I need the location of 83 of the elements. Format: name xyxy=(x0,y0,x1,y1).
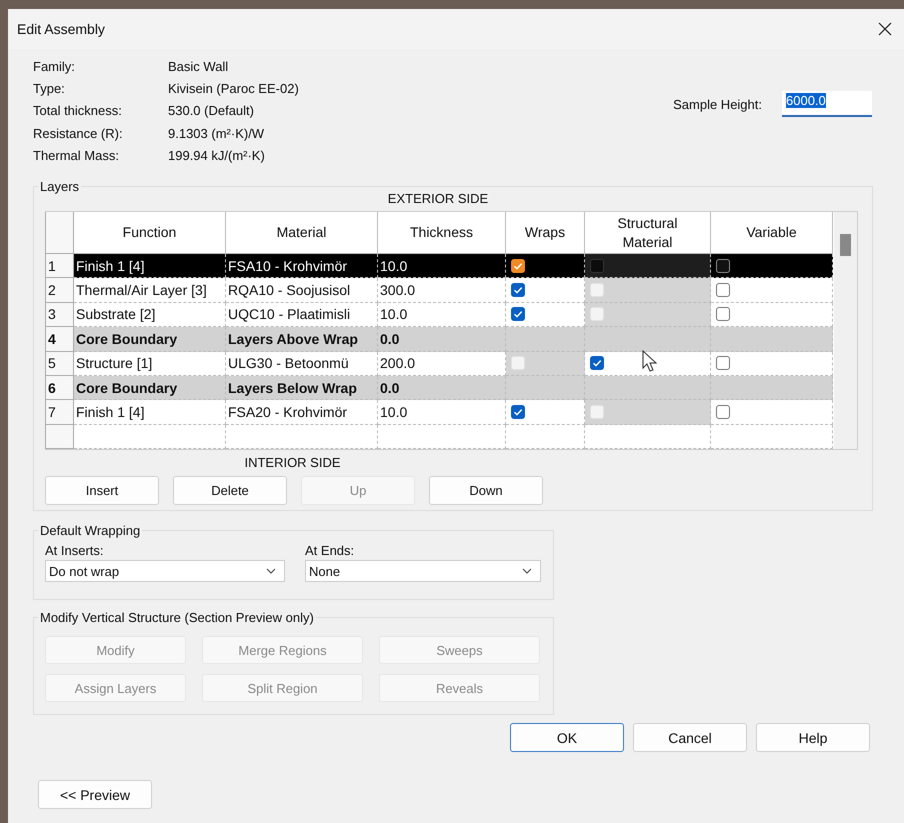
row-number: 6 xyxy=(45,376,74,400)
row-number: 1 xyxy=(45,254,74,278)
dialog-button[interactable]: OK xyxy=(510,723,624,752)
field-label: At Inserts: xyxy=(45,543,105,558)
window-title: Edit Assembly xyxy=(17,21,105,37)
table-cell[interactable]: Thermal/Air Layer [3] xyxy=(74,278,226,303)
table-cell[interactable] xyxy=(74,424,226,449)
group-title: Default Wrapping xyxy=(38,523,142,538)
interior-side-caption: INTERIOR SIDE xyxy=(244,455,341,470)
table-cell[interactable]: 300.0 xyxy=(378,278,506,303)
table-cell[interactable]: Finish 1 [4] xyxy=(74,400,226,425)
table-cell[interactable]: Core Boundary xyxy=(74,327,226,352)
table-cell[interactable]: FSA20 - Krohvimör xyxy=(226,400,378,425)
checkmark-icon xyxy=(512,284,524,296)
table-cell[interactable]: RQA10 - Soojusisol xyxy=(226,278,378,303)
row-number: 4 xyxy=(45,327,74,352)
checkbox[interactable] xyxy=(716,356,730,370)
table-cell[interactable] xyxy=(378,424,506,449)
table-cell[interactable]: 0.0 xyxy=(378,327,506,352)
dialog-button[interactable]: Cancel xyxy=(633,723,747,752)
checkbox[interactable] xyxy=(716,405,730,420)
mouse-cursor-icon xyxy=(642,350,658,374)
layer-button[interactable]: Insert xyxy=(45,476,159,505)
sample-height-field[interactable]: 6000.0 xyxy=(782,91,872,117)
checkmark-icon xyxy=(512,308,524,320)
sample-height-label: Sample Height: xyxy=(673,96,762,112)
row-number: 3 xyxy=(45,302,74,328)
checkmark-icon xyxy=(591,357,603,370)
checkbox[interactable] xyxy=(716,258,730,273)
layer-button[interactable]: Delete xyxy=(173,476,287,505)
table-cell[interactable] xyxy=(506,376,585,400)
table-cell[interactable]: 0.0 xyxy=(378,376,506,400)
field-label: At Ends: xyxy=(305,543,356,558)
table-cell[interactable]: Layers Above Wrap xyxy=(226,327,378,352)
checkbox[interactable] xyxy=(590,356,604,370)
checkmark-icon xyxy=(512,406,524,418)
at-ends-dropdown[interactable]: None xyxy=(305,560,541,582)
chevron-down-icon xyxy=(522,568,532,574)
checkbox[interactable] xyxy=(716,283,730,298)
checkbox[interactable] xyxy=(511,258,525,273)
field-value: Basic Wall xyxy=(168,58,228,74)
field-label: Thermal Mass: xyxy=(33,148,120,163)
table-cell[interactable] xyxy=(585,327,711,352)
checkbox[interactable] xyxy=(511,307,525,322)
chevron-down-icon xyxy=(266,568,276,574)
header-corner-cell[interactable] xyxy=(45,212,74,254)
row-number: 2 xyxy=(45,278,74,303)
table-cell[interactable]: 10.0 xyxy=(378,254,506,278)
at-inserts-dropdown[interactable]: Do not wrap xyxy=(45,560,285,582)
dialog-button[interactable]: Help xyxy=(756,723,870,752)
checkbox[interactable] xyxy=(511,283,525,298)
table-cell[interactable] xyxy=(506,327,585,352)
checkbox[interactable] xyxy=(511,405,525,420)
group-title: Modify Vertical Structure (Section Preview only) xyxy=(38,610,316,625)
row-number: 5 xyxy=(45,352,74,376)
table-cell[interactable]: FSA10 - Krohvimör xyxy=(226,254,378,278)
table-cell[interactable] xyxy=(585,376,711,400)
field-label: Family: xyxy=(33,58,76,74)
field-label: Total thickness: xyxy=(33,103,123,118)
scrollbar[interactable] xyxy=(834,212,857,449)
table-cell[interactable] xyxy=(226,424,378,449)
checkbox[interactable] xyxy=(716,307,730,322)
table-cell[interactable]: 10.0 xyxy=(378,400,506,425)
table-cell[interactable] xyxy=(585,424,711,449)
field-value: Kivisein (Paroc EE-02) xyxy=(168,80,299,96)
table-cell[interactable] xyxy=(506,424,585,449)
table-cell[interactable]: Core Boundary xyxy=(74,376,226,400)
close-icon[interactable] xyxy=(878,22,892,36)
table-cell[interactable] xyxy=(711,424,833,449)
preview-button[interactable]: << Preview xyxy=(38,780,152,809)
field-value: 199.94 kJ/(m²·K) xyxy=(168,148,265,163)
field-value: 530.0 (Default) xyxy=(168,103,254,118)
table-cell[interactable] xyxy=(711,376,833,400)
group-title: Layers xyxy=(38,179,82,194)
row-number: 7 xyxy=(45,400,74,425)
table-cell[interactable] xyxy=(711,327,833,352)
field-value: 9.1303 (m²·K)/W xyxy=(168,126,264,141)
layer-button[interactable]: Down xyxy=(429,476,543,505)
field-label: Type: xyxy=(33,80,66,96)
table-cell[interactable]: Layers Below Wrap xyxy=(226,376,378,400)
table-cell[interactable]: Finish 1 [4] xyxy=(74,254,226,278)
exterior-side-caption: EXTERIOR SIDE xyxy=(388,191,488,206)
field-label: Resistance (R): xyxy=(33,126,124,141)
